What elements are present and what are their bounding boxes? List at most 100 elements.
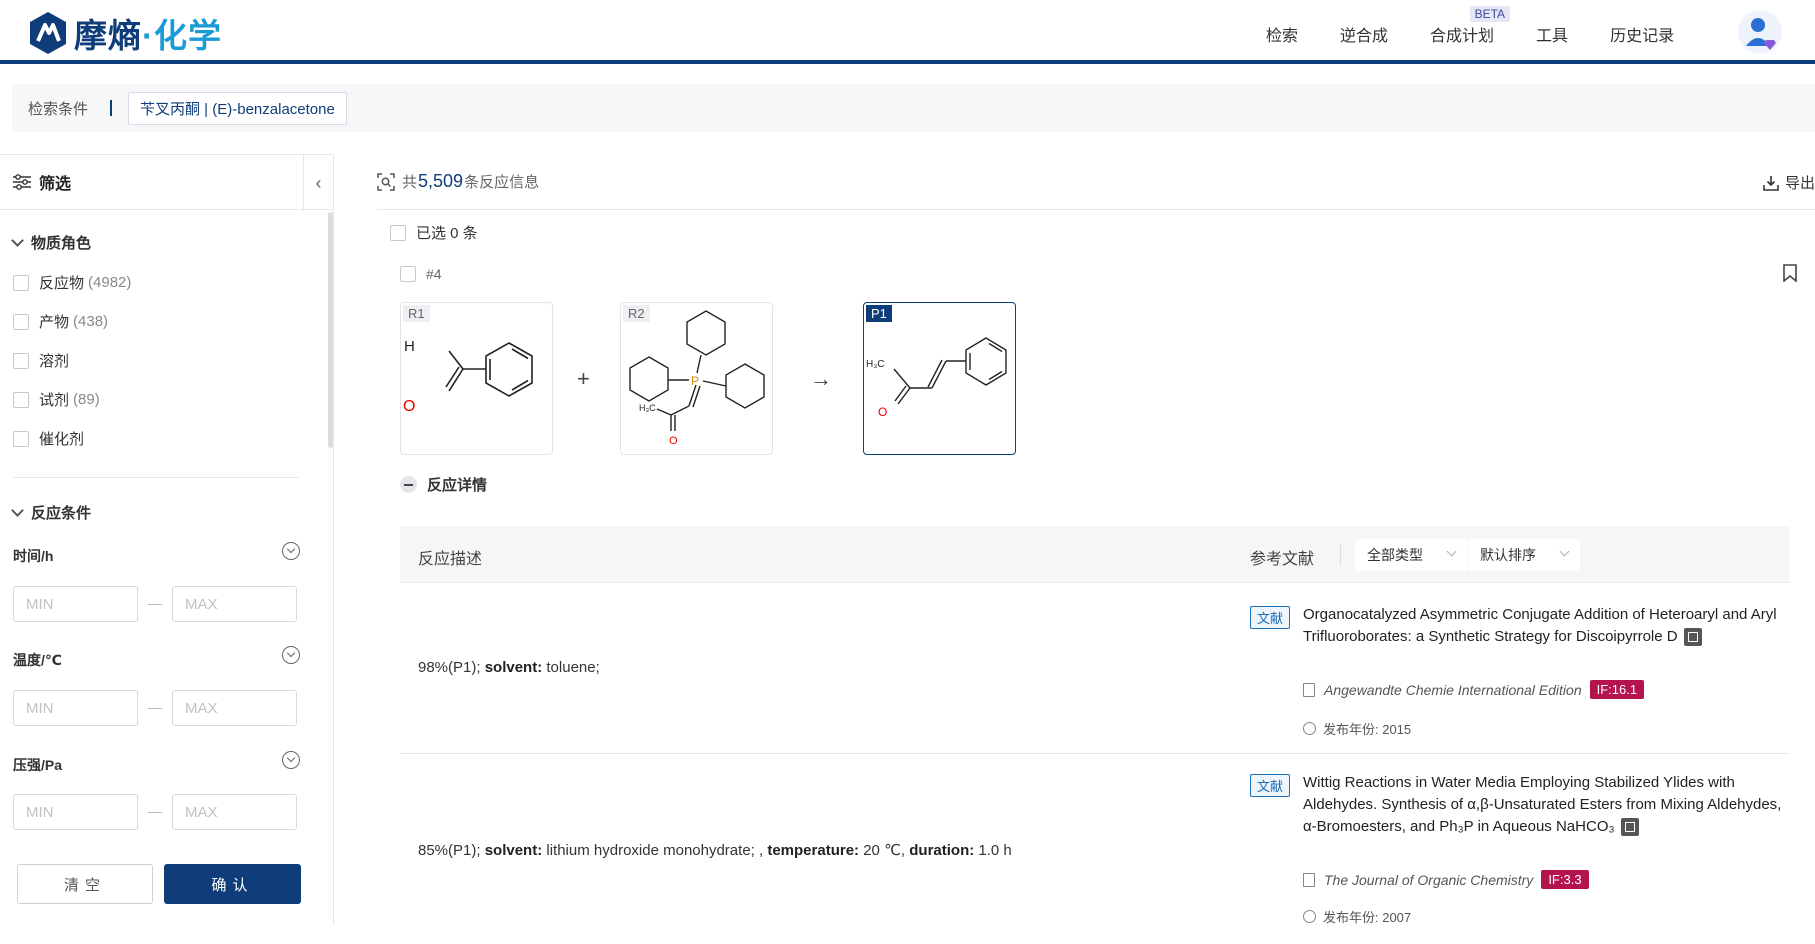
checkbox[interactable]	[13, 391, 29, 408]
role-option-reagent[interactable]: 试剂 (89)	[13, 389, 100, 410]
role-count: (438)	[73, 313, 109, 330]
role-option-product[interactable]: 产物 (438)	[13, 311, 108, 332]
role-count: (4982)	[88, 274, 132, 291]
checkbox[interactable]	[13, 274, 29, 291]
reactant-r2-structure[interactable]: R2 P H₃C O	[620, 302, 773, 455]
pressure-label: 压强/Pa	[13, 757, 63, 773]
reaction-description: 98%(P1); solvent: toluene;	[418, 659, 600, 676]
role-section-title: 物质角色	[31, 235, 92, 252]
logo[interactable]: 摩熵·化学	[28, 9, 222, 57]
clock-icon	[1303, 910, 1316, 923]
reaction-detail-toggle[interactable]: 反应详情	[400, 474, 487, 495]
role-label: 反应物	[39, 275, 85, 292]
export-label: 导出	[1784, 175, 1815, 192]
structure-label: P1	[866, 305, 892, 322]
time-max-input[interactable]	[172, 586, 297, 622]
divider	[13, 477, 299, 478]
nav-history[interactable]: 历史记录	[1610, 22, 1674, 46]
publish-year: 发布年份: 2007	[1303, 907, 1411, 926]
main-nav: 检索 逆合成 合成计划 BETA 工具 历史记录	[1266, 6, 1716, 46]
role-option-catalyst[interactable]: 催化剂	[13, 428, 88, 449]
range-dash	[148, 811, 162, 813]
journal-name: Angewandte Chemie International Edition	[1324, 681, 1582, 698]
reaction-card: #4 R1 H O + R2 P H₃C O → P1 H₃C O 反应详情 反…	[377, 254, 1815, 925]
benzaldehyde-structure-icon: H O	[403, 338, 533, 415]
collapse-sidebar-chevron-icon[interactable]: ‹	[303, 155, 333, 211]
svg-text:H₃C: H₃C	[639, 403, 656, 413]
nav-search[interactable]: 检索	[1266, 22, 1298, 46]
range-dash	[148, 603, 162, 605]
role-section-toggle[interactable]: 物质角色	[11, 232, 92, 253]
detail-toggle-label: 反应详情	[427, 477, 488, 494]
plus-sign: +	[577, 366, 590, 391]
year-text: 发布年份: 2007	[1323, 910, 1412, 925]
temperature-expand-chevron-icon[interactable]	[282, 646, 300, 664]
checkbox[interactable]	[13, 313, 29, 330]
product-p1-structure[interactable]: P1 H₃C O	[863, 302, 1016, 455]
literature-tag: 文献	[1250, 774, 1291, 797]
time-expand-chevron-icon[interactable]	[282, 542, 300, 560]
pressure-min-input[interactable]	[13, 794, 138, 830]
export-button[interactable]: 导出	[1763, 172, 1815, 193]
select-all-checkbox[interactable]	[390, 224, 406, 241]
bookmark-icon[interactable]	[1783, 264, 1797, 282]
beta-badge: BETA	[1469, 6, 1511, 22]
nav-retrosynthesis[interactable]: 逆合成	[1340, 22, 1388, 46]
reference-title[interactable]: Organocatalyzed Asymmetric Conjugate Add…	[1303, 604, 1783, 648]
condition-section-toggle[interactable]: 反应条件	[11, 502, 92, 523]
journal: Angewandte Chemie International Edition …	[1303, 680, 1645, 699]
chevron-down-icon	[11, 504, 24, 517]
temperature-range	[13, 690, 297, 726]
svg-text:P: P	[691, 374, 699, 388]
confirm-button[interactable]: 确认	[164, 864, 301, 904]
external-link-icon[interactable]	[1683, 628, 1702, 647]
phosphorus-ylide-structure-icon: P H₃C O	[629, 310, 765, 447]
reactant-r1-structure[interactable]: R1 H O	[400, 302, 553, 455]
time-range	[13, 586, 297, 622]
svg-text:O: O	[403, 398, 415, 415]
reaction-id-row[interactable]: #4	[400, 266, 442, 282]
col-reference: 参考文献	[1250, 551, 1315, 568]
chevron-down-icon	[1446, 546, 1457, 557]
reaction-id: #4	[426, 266, 442, 282]
user-avatar[interactable]	[1738, 10, 1782, 54]
pressure-range	[13, 794, 297, 830]
reference-title[interactable]: Wittig Reactions in Water Media Employin…	[1303, 772, 1783, 838]
chevron-down-icon	[1559, 546, 1570, 557]
pressure-expand-chevron-icon[interactable]	[282, 751, 300, 769]
pressure-max-input[interactable]	[172, 794, 297, 830]
nav-synthesis-plan[interactable]: 合成计划 BETA	[1430, 6, 1511, 46]
reference: 文献 Organocatalyzed Asymmetric Conjugate …	[1250, 604, 1780, 744]
role-option-reactant[interactable]: 反应物 (4982)	[13, 272, 131, 293]
sidebar-scrollbar[interactable]	[328, 212, 333, 448]
separator	[110, 100, 113, 116]
role-option-solvent[interactable]: 溶剂	[13, 350, 73, 371]
role-label: 催化剂	[39, 431, 85, 448]
temperature-min-input[interactable]	[13, 690, 138, 726]
reference: 文献 Wittig Reactions in Water Media Emplo…	[1250, 772, 1783, 932]
reaction-checkbox[interactable]	[400, 266, 416, 282]
divider	[1340, 544, 1341, 566]
reference-type-select[interactable]: 全部类型	[1355, 539, 1467, 571]
search-conditions-label: 检索条件	[28, 100, 89, 118]
condition-section-title: 反应条件	[31, 505, 92, 522]
year-text: 发布年份: 2015	[1323, 722, 1412, 737]
svg-text:H₃C: H₃C	[866, 359, 885, 370]
literature-tag: 文献	[1250, 606, 1291, 629]
role-label: 溶剂	[39, 353, 70, 370]
svg-text:O: O	[669, 435, 678, 447]
time-min-input[interactable]	[13, 586, 138, 622]
select-all-row[interactable]: 已选 0 条	[390, 222, 478, 243]
select-value: 默认排序	[1480, 547, 1536, 563]
nav-tools[interactable]: 工具	[1536, 22, 1568, 46]
external-link-icon[interactable]	[1620, 818, 1639, 837]
checkbox[interactable]	[13, 430, 29, 447]
clear-button[interactable]: 清空	[17, 864, 153, 904]
temperature-max-input[interactable]	[172, 690, 297, 726]
sort-select[interactable]: 默认排序	[1468, 539, 1580, 571]
col-description: 反应描述	[418, 551, 483, 568]
checkbox[interactable]	[13, 352, 29, 369]
role-count: (89)	[73, 391, 100, 408]
search-query-tag[interactable]: 苄叉丙酮 | (E)-benzalacetone	[128, 91, 347, 125]
reaction-description: 85%(P1); solvent: lithium hydroxide mono…	[418, 842, 1012, 859]
